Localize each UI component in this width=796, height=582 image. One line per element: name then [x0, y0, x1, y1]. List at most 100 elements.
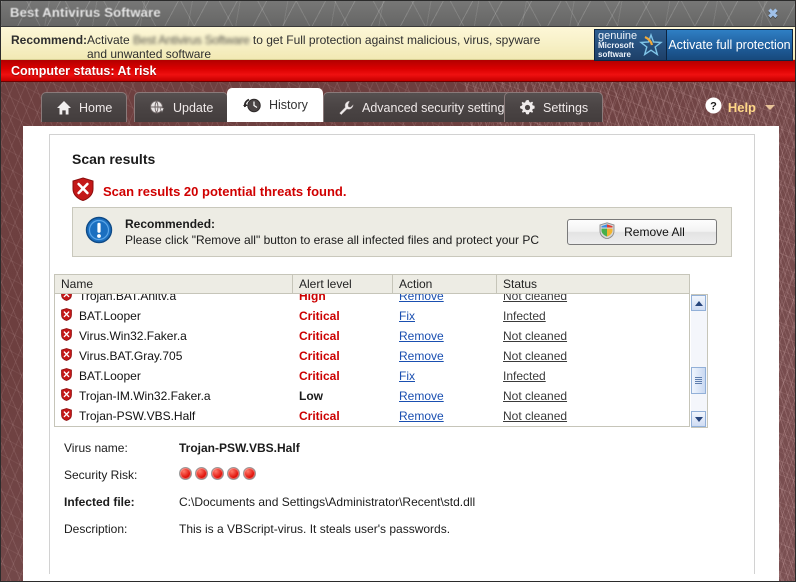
scroll-down-button[interactable] — [691, 411, 706, 427]
close-icon[interactable]: ✖ — [763, 5, 783, 22]
gear-icon — [519, 99, 536, 116]
table-row[interactable]: Virus.BAT.Gray.705 Critical Remove Not clea… — [55, 346, 689, 366]
tab-update-label: Update — [173, 100, 214, 115]
update-globe-icon — [149, 100, 166, 116]
cell-status: Infected — [497, 369, 689, 383]
action-link[interactable]: Remove — [399, 409, 444, 423]
shield-alert-icon — [61, 388, 72, 404]
virus-detail-panel: Virus name: Trojan-PSW.VBS.Half Security… — [54, 441, 744, 549]
tab-advanced-security-settings[interactable]: Advanced security settings — [323, 92, 526, 122]
status-link[interactable]: Not cleaned — [503, 349, 567, 363]
question-mark-icon: ? — [705, 97, 722, 117]
cell-status: Infected — [497, 309, 689, 323]
action-link[interactable]: Remove — [399, 349, 444, 363]
threat-name: BAT.Looper — [79, 369, 141, 383]
genuine-line3: software — [598, 49, 631, 59]
risk-dot — [195, 467, 208, 480]
genuine-line1: genuine — [598, 29, 638, 42]
content-card: Scan results Scan results 20 potential t… — [23, 126, 779, 581]
column-header-name: Name — [55, 275, 293, 293]
table-row[interactable]: Trojan-IM.Win32.Faker.a Low Remove Not clea… — [55, 386, 689, 406]
cell-action: Remove — [393, 329, 497, 343]
column-header-alert: Alert level — [293, 275, 393, 293]
cell-status: Not cleaned — [497, 329, 689, 343]
table-row[interactable]: Trojan.BAT.Anitv.a High Remove Not cleaned — [55, 294, 689, 306]
cell-name: BAT.Looper — [55, 308, 293, 324]
cell-alert-level: Critical — [299, 409, 340, 423]
status-link[interactable]: Not cleaned — [503, 409, 567, 423]
remove-all-button[interactable]: Remove All — [567, 219, 717, 245]
help-label: Help — [727, 99, 756, 115]
shield-alert-icon — [61, 348, 72, 364]
table-row[interactable]: Virus.Win32.Faker.a Critical Remove Not cle… — [55, 326, 689, 346]
tab-bar: Home Update History Advanced security se… — [1, 88, 795, 126]
home-icon — [56, 100, 72, 116]
table-row[interactable]: BAT.Looper Critical Fix Infected — [55, 306, 689, 326]
application-window: Best Antivirus Software ✖ Recommend: Act… — [0, 0, 796, 582]
tab-settings[interactable]: Settings — [504, 92, 604, 122]
scrollbar-thumb[interactable] — [691, 367, 706, 394]
window-title: Best Antivirus Software — [10, 5, 161, 20]
cell-status: Not cleaned — [497, 389, 689, 403]
status-link[interactable]: Infected — [503, 369, 546, 383]
tab-home-label: Home — [79, 100, 113, 115]
cell-action: Fix — [393, 369, 497, 383]
infected-file-label: Infected file: — [64, 495, 135, 509]
action-link[interactable]: Fix — [399, 309, 415, 323]
help-link[interactable]: ? Help — [705, 97, 775, 117]
tab-update[interactable]: Update — [134, 92, 229, 122]
risk-dot — [211, 467, 224, 480]
infected-file-value: C:\Documents and Settings\Administrator\… — [179, 495, 476, 509]
table-row[interactable]: BAT.Looper Critical Fix Infected — [55, 366, 689, 386]
description-value: This is a VBScript-virus. It steals user… — [179, 522, 451, 536]
status-link[interactable]: Infected — [503, 309, 546, 323]
action-link[interactable]: Fix — [399, 369, 415, 383]
table-row[interactable]: Trojan-PSW.VBS.Half Critical Remove Not cle… — [55, 406, 689, 426]
cell-name: Trojan.BAT.Anitv.a — [55, 294, 293, 304]
shield-alert-icon — [61, 408, 72, 424]
cell-name: BAT.Looper — [55, 368, 293, 384]
threat-name: Trojan.BAT.Anitv.a — [79, 294, 177, 303]
cell-alert-level: Critical — [299, 349, 340, 363]
history-clock-icon — [242, 97, 262, 114]
threat-summary-text: Scan results 20 potential threats found. — [103, 184, 347, 199]
cell-alert-level: Critical — [299, 329, 340, 343]
scroll-up-button[interactable] — [691, 295, 706, 311]
recommended-body: Please click "Remove all" button to eras… — [125, 233, 540, 247]
shield-alert-icon — [61, 308, 72, 324]
cell-name: Trojan-PSW.VBS.Half — [55, 408, 293, 424]
recommended-box-text: Recommended: Please click "Remove all" b… — [125, 217, 539, 247]
remove-all-label: Remove All — [624, 225, 685, 239]
shield-alert-icon — [72, 177, 94, 206]
status-link[interactable]: Not cleaned — [503, 329, 567, 343]
recommended-title: Recommended: — [125, 217, 216, 231]
genuine-line2: Microsoft — [598, 40, 634, 50]
security-risk-label: Security Risk: — [64, 468, 138, 482]
action-link[interactable]: Remove — [399, 329, 444, 343]
action-link[interactable]: Remove — [399, 389, 444, 403]
threat-name: Trojan-PSW.VBS.Half — [79, 409, 196, 423]
table-scrollbar[interactable] — [691, 294, 708, 428]
table-rows-container: Trojan.BAT.Anitv.a High Remove Not cleaned B… — [55, 294, 689, 426]
status-link[interactable]: Not cleaned — [503, 294, 567, 303]
tab-history[interactable]: History — [227, 88, 323, 122]
cell-name: Virus.BAT.Gray.705 — [55, 348, 293, 364]
info-exclamation-icon — [85, 216, 113, 249]
cell-action: Remove — [393, 389, 497, 403]
shield-alert-icon — [61, 328, 72, 344]
tab-home[interactable]: Home — [41, 92, 128, 122]
status-link[interactable]: Not cleaned — [503, 389, 567, 403]
activate-full-protection-button[interactable]: Activate full protection — [667, 29, 793, 61]
cell-status: Not cleaned — [497, 349, 689, 363]
scan-results-panel: Scan results Scan results 20 potential t… — [49, 134, 755, 574]
threat-name: BAT.Looper — [79, 309, 141, 323]
recommended-box: Recommended: Please click "Remove all" b… — [72, 207, 732, 257]
detail-row-virus-name: Virus name: Trojan-PSW.VBS.Half — [54, 441, 744, 455]
column-header-action: Action — [393, 275, 497, 293]
tab-history-label: History — [269, 98, 308, 112]
svg-text:?: ? — [710, 101, 717, 113]
page-title: Scan results — [72, 151, 156, 167]
action-link[interactable]: Remove — [399, 294, 444, 303]
cell-name: Trojan-IM.Win32.Faker.a — [55, 388, 293, 404]
computer-status-bar: Computer status: At risk — [1, 60, 795, 82]
